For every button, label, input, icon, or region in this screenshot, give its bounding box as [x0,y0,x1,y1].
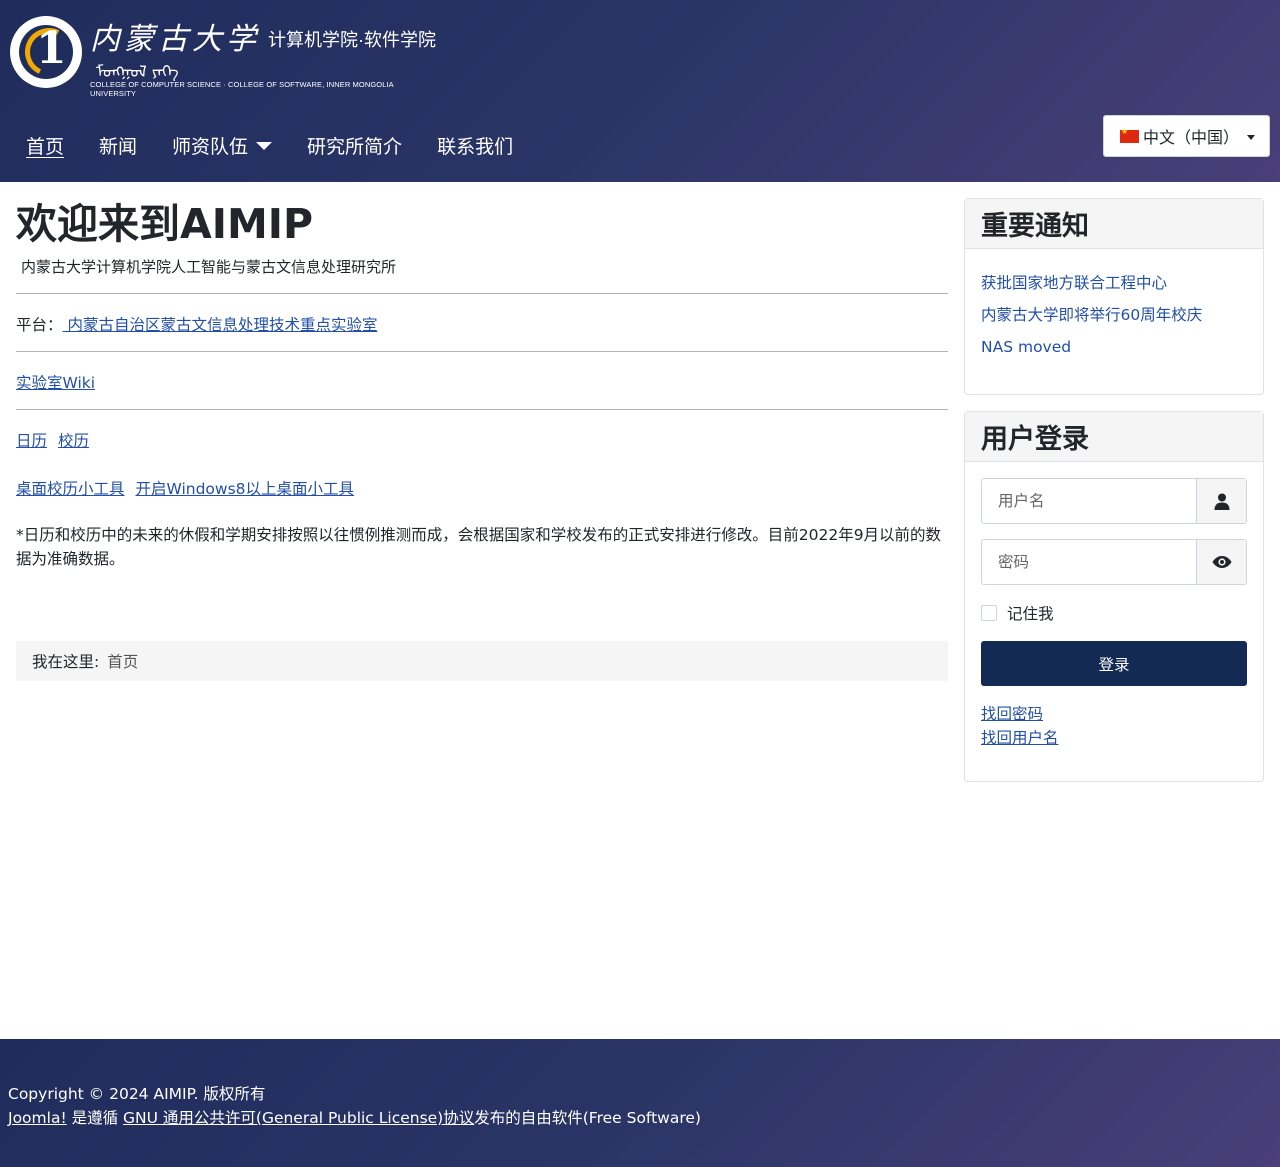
chevron-down-icon [1247,135,1255,140]
nav-item-about[interactable]: 研究所简介 [307,132,402,159]
site-footer: Copyright © 2024 AIMIP. 版权所有 Joomla! 是遵循… [0,1039,1280,1167]
logo-emblem-icon: 1 [10,16,82,88]
platform-label: 平台： [16,316,63,334]
chevron-down-icon [256,141,273,150]
desktop-tool-link[interactable]: 桌面校历小工具 [16,480,125,498]
user-icon [1196,479,1246,523]
remember-label: 记住我 [1007,605,1054,623]
wiki-link[interactable]: 实验室Wiki [16,374,95,392]
site-header: 1 内蒙古大学 计算机学院·软件学院 ᠮᠣᠩᠭᠣᠯ ᠶᠡᠬᠡ COLLEGE O… [0,0,1280,182]
language-selected-label: 中文（中国） [1143,128,1240,147]
wiki-row: 实验室Wiki [16,371,948,392]
login-card: 用户登录 记住我 登录 找回密码 找回用户名 [964,411,1264,782]
login-button[interactable]: 登录 [981,641,1247,686]
divider [16,293,948,294]
eye-icon[interactable] [1196,540,1246,584]
notices-list: 获批国家地方联合工程中心 内蒙古大学即将举行60周年校庆 NAS moved [965,249,1263,363]
page-subtitle: 内蒙古大学计算机学院人工智能与蒙古文信息处理研究所 [21,258,397,276]
nav-item-faculty-label: 师资队伍 [172,136,249,158]
footer-text: 是遵循 [66,1109,124,1127]
windows-tool-link[interactable]: 开启Windows8以上桌面小工具 [135,480,354,498]
password-input[interactable] [982,540,1196,584]
language-select[interactable]: 中文（中国） [1103,115,1270,157]
breadcrumb: 我在这里: 首页 [16,641,948,681]
school-calendar-link[interactable]: 校历 [58,432,89,450]
notice-item[interactable]: 内蒙古大学即将举行60周年校庆 [981,299,1247,331]
footer-text: 发布的自由软件(Free Software) [474,1109,701,1127]
password-field-group [981,539,1247,585]
main-nav: 首页 新闻 师资队伍 研究所简介 联系我们 [26,132,548,159]
logo-college-name: 计算机学院·软件学院 [268,30,436,50]
notice-item[interactable]: NAS moved [981,331,1247,363]
page-title: 欢迎来到AIMIP [16,200,314,248]
logo-mongolian-script: ᠮᠣᠩᠭᠣᠯ ᠶᠡᠬᠡ [96,62,179,81]
cn-flag-icon [1120,127,1139,143]
divider [16,351,948,352]
login-help-links: 找回密码 找回用户名 [981,702,1059,750]
divider [16,409,948,410]
logo-english-name: COLLEGE OF COMPUTER SCIENCE · COLLEGE OF… [90,80,394,98]
footer-license-line: Joomla! 是遵循 GNU 通用公共许可(General Public Li… [8,1106,701,1128]
platform-link[interactable]: 内蒙古自治区蒙古文信息处理技术重点实验室 [63,316,377,334]
forgot-username-link[interactable]: 找回用户名 [981,726,1059,750]
nav-item-home[interactable]: 首页 [26,132,64,159]
username-input[interactable] [982,479,1196,523]
notice-item[interactable]: 获批国家地方联合工程中心 [981,267,1247,299]
username-field-group [981,478,1247,524]
forgot-password-link[interactable]: 找回密码 [981,702,1059,726]
remember-checkbox[interactable] [981,605,997,621]
logo-calligraphy: 内蒙古大学 [90,22,260,57]
gpl-link[interactable]: GNU 通用公共许可(General Public License)协议 [123,1109,474,1127]
breadcrumb-label: 我在这里: [32,653,100,671]
login-title: 用户登录 [965,412,1263,462]
calendar-note: *日历和校历中的未来的休假和学期安排按照以往惯例推测而成，会根据国家和学校发布的… [16,526,942,568]
calendar-link[interactable]: 日历 [16,432,47,450]
notices-card: 重要通知 获批国家地方联合工程中心 内蒙古大学即将举行60周年校庆 NAS mo… [964,198,1264,395]
nav-item-faculty[interactable]: 师资队伍 [172,132,273,159]
calendar-row: 日历 校历 [16,429,948,450]
main-content: 欢迎来到AIMIP 内蒙古大学计算机学院人工智能与蒙古文信息处理研究所 平台： … [16,198,948,571]
breadcrumb-current: 首页 [107,653,139,671]
joomla-link[interactable]: Joomla! [8,1109,67,1127]
remember-me: 记住我 [981,602,1054,624]
nav-item-news[interactable]: 新闻 [99,132,137,159]
site-logo[interactable]: 1 内蒙古大学 计算机学院·软件学院 ᠮᠣᠩᠭᠣᠯ ᠶᠡᠬᠡ COLLEGE O… [10,14,440,98]
notices-title: 重要通知 [965,199,1263,249]
nav-item-contact[interactable]: 联系我们 [437,132,513,159]
tools-row: 桌面校历小工具 开启Windows8以上桌面小工具 [16,477,948,498]
copyright-text: Copyright © 2024 AIMIP. 版权所有 [8,1085,266,1103]
platform-row: 平台： 内蒙古自治区蒙古文信息处理技术重点实验室 [16,313,948,334]
